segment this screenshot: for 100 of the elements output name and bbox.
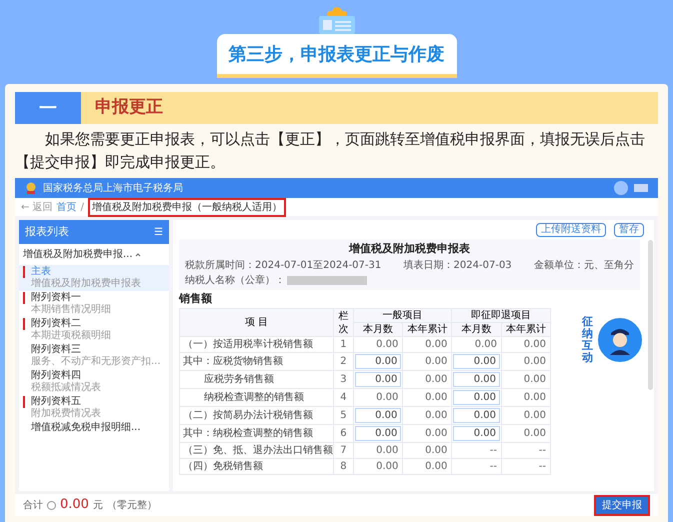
table-cell: 7	[334, 442, 354, 458]
toolbar-button[interactable]: 上传附送资料	[536, 223, 606, 237]
period-text: 税款所属时间：2024-07-01至2024-07-31	[185, 258, 382, 272]
column-header: 本月数	[452, 322, 502, 336]
breadcrumb-current: 增值税及附加税费申报（一般纳税人适用）	[88, 198, 286, 216]
form-title: 增值税及附加税费申报表	[348, 241, 471, 257]
date-text: 填表日期：2024-07-03	[404, 258, 512, 272]
table-cell: 其中：纳税检查调整的销售额	[180, 424, 334, 442]
column-header: 本月数	[353, 322, 403, 336]
item-subtitle: 服务、不动产和无形资产扣...	[30, 356, 161, 368]
item-subtitle: 税额抵减情况表	[30, 382, 101, 394]
table-cell: 5	[334, 406, 354, 424]
item-title: 附列资料三	[30, 344, 82, 356]
total-label: 合计	[23, 498, 43, 512]
clipboard-icon	[316, 6, 356, 34]
column-header: 本年累计	[402, 322, 452, 336]
input-field[interactable]: 0.00	[354, 354, 402, 369]
scrollbar[interactable]	[648, 240, 653, 390]
input-field[interactable]: 0.00	[453, 390, 500, 405]
table-cell-text: 0.00	[522, 391, 547, 404]
breadcrumb-separator: /	[80, 200, 84, 214]
table-cell: 2	[334, 352, 354, 370]
table-cell-text: 0.00	[474, 338, 498, 351]
input-field[interactable]: 0.00	[453, 372, 500, 387]
table-cell: （三）免、抵、退办法出口销售额	[180, 442, 334, 458]
column-header: 一般项目	[353, 308, 452, 322]
input-field[interactable]: 0.00	[354, 372, 402, 387]
table-cell-text: 0.00	[424, 409, 448, 422]
item-title: 附列资料二	[23, 318, 165, 330]
column-header: 即征即退项目	[452, 308, 550, 322]
table-cell: 3	[334, 370, 354, 388]
input-field[interactable]: 0.00	[354, 408, 402, 423]
caret-icon	[134, 252, 141, 258]
table-cell: 6	[334, 424, 354, 442]
table-cell-text: --	[538, 460, 547, 473]
redacted-block	[634, 184, 648, 192]
mascot-text: 征纳互动	[582, 316, 593, 364]
sidebar-item[interactable]: 增值税减免税申报明细...	[19, 421, 169, 435]
column-header: 项 目	[180, 308, 334, 336]
table-cell: （一）按适用税率计税销售额	[180, 336, 334, 352]
breadcrumb-link[interactable]: 首页	[56, 200, 77, 214]
section-number: 一	[15, 92, 81, 124]
sidebar-item[interactable]: 附列资料一 本期销售情况明细	[19, 291, 169, 317]
sidebar-title: 报表列表	[25, 224, 69, 240]
input-field[interactable]: 0.00	[354, 426, 402, 441]
sidebar-item[interactable]: 附列资料五 附加税费情况表	[19, 395, 169, 421]
emblem-icon	[25, 182, 37, 194]
table-cell-text: 0.00	[424, 355, 448, 368]
table-cell: 8	[334, 458, 354, 474]
column-header: 栏次	[334, 308, 354, 336]
item-subtitle: 附加税费情况表	[30, 408, 101, 420]
sidebar-item[interactable]: 附列资料二 本期进项税额明细	[19, 317, 169, 343]
avatar-icon[interactable]	[614, 181, 628, 195]
table-cell: 4	[334, 388, 354, 406]
table-cell-text: 0.00	[424, 460, 448, 473]
item-title: 附列资料四	[30, 370, 82, 382]
table-cell: 1	[334, 336, 354, 352]
table-cell-text: 0.00	[424, 427, 448, 440]
item-title: 附列资料五	[23, 396, 165, 408]
section-title: 申报更正	[95, 96, 163, 120]
table-cell-text: 0.00	[522, 373, 547, 386]
site-title: 国家税务总局上海市电子税务局	[43, 182, 183, 196]
item-subtitle: 本期进项税额明细	[30, 330, 111, 342]
currency-text: 元	[92, 498, 103, 512]
table-cell-text: --	[538, 444, 547, 457]
sidebar-group[interactable]: 增值税及附加税费申报...	[19, 244, 169, 265]
header-title: 第三步，申报表更正与作废	[216, 34, 456, 78]
table-cell: 纳税检查调整的销售额	[180, 388, 334, 406]
table-cell-text: 0.00	[375, 460, 400, 473]
input-field[interactable]: 0.00	[453, 354, 500, 369]
input-field[interactable]: 0.00	[453, 408, 500, 423]
table-cell: 其中：应税货物销售额	[180, 352, 334, 370]
table-cell-text: 0.00	[522, 427, 547, 440]
table-cell-text: 0.00	[424, 373, 448, 386]
section-heading: 销售额	[179, 290, 213, 306]
table-cell-text: 0.00	[424, 391, 448, 404]
submit-button[interactable]: 提交申报	[594, 494, 650, 516]
toolbar-button[interactable]: 暂存	[614, 223, 644, 237]
input-field[interactable]: 0.00	[453, 426, 500, 441]
total-amount: 0.00	[60, 496, 89, 514]
table-cell-text: 0.00	[424, 338, 448, 351]
group-label: 增值税及附加税费申报...	[23, 248, 133, 262]
item-subtitle: 本期销售情况明细	[30, 304, 111, 316]
table-cell-text: 0.00	[375, 338, 400, 351]
table-cell-text: --	[488, 460, 498, 473]
table-cell-text: 0.00	[522, 355, 547, 368]
sidebar-item[interactable]: 附列资料三 服务、不动产和无形资产扣...	[19, 343, 169, 369]
table-cell: 应税劳务销售额	[180, 370, 334, 388]
menu-button[interactable]: ☰	[154, 224, 163, 240]
unit-text: 金额单位：元、至角分	[534, 258, 634, 272]
item-title: 主表	[23, 266, 165, 278]
item-title: 附列资料一	[23, 292, 165, 304]
column-header: 本年累计	[501, 322, 550, 336]
table-cell-text: 0.00	[375, 444, 400, 457]
table-cell-text: 0.00	[375, 391, 400, 404]
instruction-paragraph: 如果您需要更正申报表，可以点击【更正】，页面跳转至增值税申报界面，填报无误后点击【提交申报】即完成申报更正。	[15, 129, 646, 173]
table-cell: （二）按简易办法计税销售额	[180, 406, 334, 424]
sidebar-item[interactable]: 附列资料四 税额抵减情况表	[19, 369, 169, 395]
table-cell-text: --	[488, 444, 498, 457]
table-cell-text: 0.00	[522, 409, 547, 422]
